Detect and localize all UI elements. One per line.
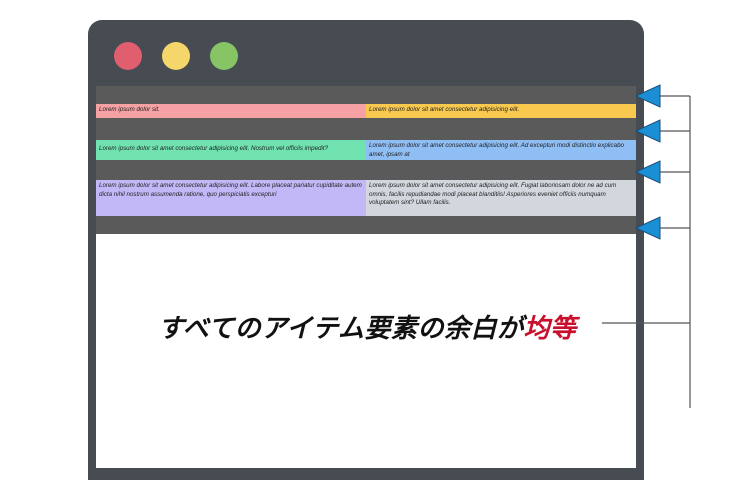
bracket-lines [602,95,691,408]
gap-arrows [634,84,661,240]
arrow-left-icon [634,119,661,143]
arrow-left-icon [634,160,661,184]
arrow-left-icon [634,216,661,240]
annotation-overlay [602,84,691,408]
arrow-left-icon [634,84,661,108]
